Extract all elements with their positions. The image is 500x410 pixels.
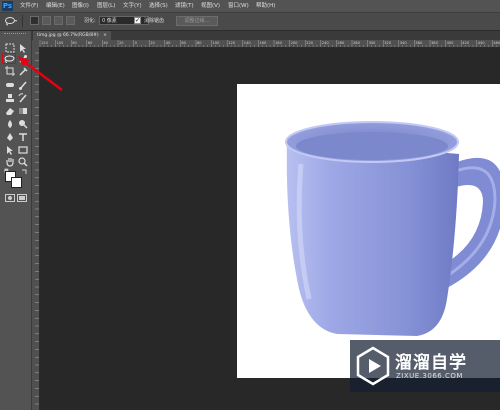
ruler-label: 20 [150,41,155,45]
antialias-label: 消除锯齿 [144,18,165,24]
ruler-label: 380 [431,41,439,45]
screen-mode-icon[interactable] [17,194,27,202]
clone-stamp-tool-icon[interactable] [5,93,15,103]
swap-colors-icon[interactable] [21,168,28,175]
options-bar: 羽化: 0 像素 ✓ 消除锯齿 调整边缘... [0,13,500,31]
eraser-tool-icon[interactable] [5,106,15,116]
document-tab[interactable]: timg.jpg @ 66.7%(RGB/8#) × [33,31,111,40]
ruler-label: 120 [41,41,49,45]
annotation-arrow-icon [18,56,63,91]
ruler-label: 400 [447,41,455,45]
menu-help[interactable]: 帮助(H) [256,0,275,12]
horizontal-ruler-ticks: 120 100 80 60 40 20 0 20 40 60 80 100 120 140 160 180 20… [39,40,500,47]
add-to-selection-icon[interactable] [42,16,51,25]
menu-layer[interactable]: 图层(L) [97,0,115,12]
ruler-label: 460 [493,41,500,45]
watermark-play-icon [356,346,390,386]
ruler-label: 60 [181,41,186,45]
vertical-ruler [32,47,40,410]
intersect-selection-icon[interactable] [66,16,75,25]
blur-tool-icon[interactable] [5,119,15,129]
ruler-label: 80 [72,41,77,45]
pen-tool-icon[interactable] [5,132,15,142]
ruler-label: 100 [57,41,65,45]
ruler-label: 20 [119,41,124,45]
menu-window[interactable]: 窗口(W) [228,0,249,12]
subtract-from-selection-icon[interactable] [54,16,63,25]
zoom-tool-icon[interactable] [18,157,28,167]
document-tab-title: timg.jpg @ 66.7%(RGB/8#) [37,33,99,38]
ruler-label: 260 [337,41,345,45]
close-icon[interactable]: × [103,33,107,38]
watermark-title: 溜溜自学 [395,353,467,373]
horizontal-ruler: 120 100 80 60 40 20 0 20 40 60 80 100 120 140 160 180 20… [32,40,500,48]
photoshop-logo: Ps [2,1,13,11]
background-color-swatch[interactable] [11,177,22,188]
document-canvas[interactable] [237,84,500,378]
ruler-label: 80 [197,41,202,45]
menu-view[interactable]: 视图(V) [201,0,220,12]
ruler-label: 160 [259,41,267,45]
ruler-label: 100 [213,41,221,45]
quick-mask-icon[interactable] [5,194,15,202]
panel-grip[interactable] [4,33,26,36]
feather-label: 羽化: [84,18,96,24]
lasso-tool-preset-icon[interactable] [4,16,18,26]
path-selection-tool-icon[interactable] [5,145,15,155]
new-selection-icon[interactable] [30,16,39,25]
watermark-url: ZIXUE.3066.COM [396,372,463,380]
feather-input[interactable]: 0 像素 [99,16,149,25]
vertical-ruler-ticks [35,52,39,405]
rectangle-tool-icon[interactable] [18,145,28,155]
antialias-checkbox[interactable]: ✓ [134,17,141,24]
menu-edit[interactable]: 编辑(E) [46,0,65,12]
menu-file[interactable]: 文件(F) [20,0,38,12]
ruler-label: 200 [291,41,299,45]
menu-select[interactable]: 选择(S) [149,0,168,12]
ruler-label: 360 [415,41,423,45]
ruler-label: 440 [478,41,486,45]
ruler-label: 300 [369,41,377,45]
ruler-label: 120 [228,41,236,45]
menu-bar: Ps 文件(F) 编辑(E) 图像(I) 图层(L) 文字(Y) 选择(S) 滤… [0,0,500,13]
ruler-label: 280 [353,41,361,45]
ruler-label: 40 [103,41,108,45]
ruler-label: 40 [166,41,171,45]
ruler-label: 240 [322,41,330,45]
dodge-tool-icon[interactable] [18,119,28,129]
hand-tool-icon[interactable] [5,157,15,167]
menu-type[interactable]: 文字(Y) [123,0,142,12]
refine-edge-button[interactable]: 调整边缘... [176,16,218,26]
type-tool-icon[interactable] [18,132,28,142]
ruler-label: 420 [462,41,470,45]
gradient-tool-icon[interactable] [18,106,28,116]
mug-image [285,121,500,336]
ruler-label: 220 [306,41,314,45]
ruler-label: 0 [135,41,138,45]
menu-image[interactable]: 图像(I) [72,0,89,12]
ruler-label: 180 [275,41,283,45]
ruler-label: 320 [384,41,392,45]
history-brush-tool-icon[interactable] [18,93,28,103]
ruler-label: 340 [400,41,408,45]
ruler-label: 60 [88,41,93,45]
menu-filter[interactable]: 滤镜(T) [175,0,194,12]
ruler-label: 140 [244,41,252,45]
